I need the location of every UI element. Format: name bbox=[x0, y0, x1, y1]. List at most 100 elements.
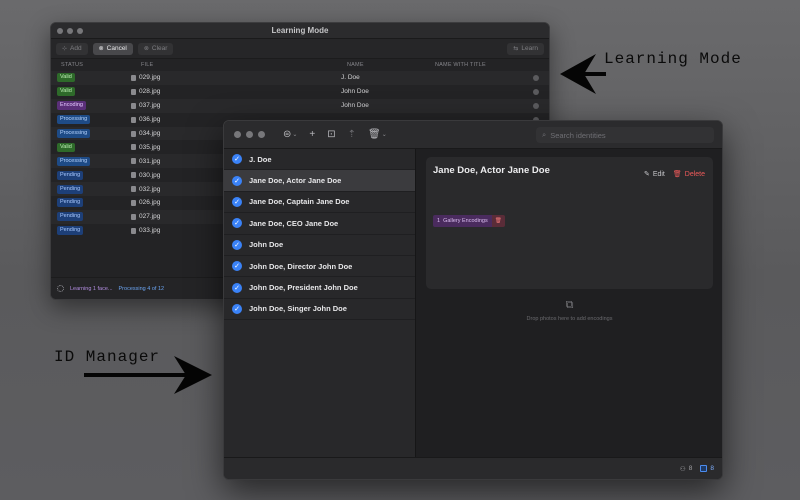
edit-label: Edit bbox=[652, 170, 665, 178]
status-cell: Valid bbox=[51, 142, 131, 152]
table-row[interactable]: Valid 028.jpg John Doe bbox=[51, 85, 549, 99]
file-icon bbox=[131, 102, 136, 109]
options-icon: ⊜ bbox=[283, 129, 292, 140]
minimize-window-button[interactable] bbox=[246, 131, 253, 138]
drop-zone[interactable]: ⧉ Drop photos here to add encodings bbox=[417, 299, 722, 322]
add-button[interactable]: ⊹ Add bbox=[56, 42, 88, 55]
identity-list: ✓ J. Doe ✓ Jane Doe, Actor Jane Doe ✓ Jane Do… bbox=[224, 149, 416, 457]
cancel-label: Cancel bbox=[106, 45, 127, 52]
export-button[interactable]: ⇡ bbox=[348, 129, 356, 140]
table-row[interactable]: Valid 029.jpg J. Doe bbox=[51, 71, 549, 85]
cancel-button[interactable]: ⊗ Cancel bbox=[92, 42, 133, 55]
identity-list-label: John Doe, Singer John Doe bbox=[249, 304, 347, 314]
learn-button[interactable]: ⇆ Learn bbox=[507, 42, 544, 55]
identity-list-item[interactable]: ✓ Jane Doe, Captain Jane Doe bbox=[224, 192, 415, 214]
delete-menu-button[interactable]: 🗑 ⌄ bbox=[368, 129, 387, 140]
file-name: 037.jpg bbox=[139, 102, 161, 110]
identity-list-label: John Doe, Director John Doe bbox=[249, 261, 353, 271]
photos-icon: ⧉ bbox=[565, 299, 574, 311]
status-cell: Pending bbox=[51, 170, 131, 180]
column-file[interactable]: FILE bbox=[141, 62, 347, 68]
identity-list-item[interactable]: ✓ John Doe, Singer John Doe bbox=[224, 299, 415, 321]
status-cell: Encoding bbox=[51, 101, 131, 111]
file-name: 028.jpg bbox=[139, 88, 161, 96]
remove-row-icon[interactable] bbox=[533, 88, 539, 95]
learning-status: Learning 1 face... bbox=[70, 285, 113, 292]
options-menu-button[interactable]: ⊜ ⌄ bbox=[283, 129, 297, 140]
add-identity-button[interactable]: + bbox=[309, 129, 315, 140]
status-badge: Valid bbox=[57, 142, 75, 152]
status-cell: Pending bbox=[51, 198, 131, 208]
edit-button[interactable]: ✎ Edit bbox=[643, 170, 665, 179]
name-cell: John Doe bbox=[341, 88, 369, 96]
scan-identity-button[interactable]: ⊡ bbox=[327, 129, 335, 140]
close-window-button[interactable] bbox=[234, 131, 241, 138]
file-icon bbox=[131, 116, 136, 123]
status-badge: Processing bbox=[57, 129, 91, 138]
status-cell: Pending bbox=[51, 226, 131, 236]
processing-status: Processing 4 of 12 bbox=[118, 285, 165, 292]
people-count: ⚇ 8 bbox=[680, 465, 692, 473]
status-badge: Pending bbox=[57, 226, 84, 236]
file-name: 027.jpg bbox=[139, 213, 161, 221]
checkmark-icon[interactable]: ✓ bbox=[232, 175, 242, 186]
zoom-window-button[interactable] bbox=[258, 131, 265, 138]
cancel-icon: ⊗ bbox=[98, 46, 104, 52]
id-toolbar: ⊜ ⌄ + ⊡ ⇡ 🗑 ⌄ ⌕ Search identities bbox=[224, 121, 722, 149]
identity-list-item[interactable]: ✓ John Doe, Director John Doe bbox=[224, 256, 415, 278]
search-placeholder: Search identities bbox=[550, 130, 606, 140]
identity-list-item[interactable]: ✓ J. Doe bbox=[224, 149, 415, 171]
identity-list-label: Jane Doe, Actor Jane Doe bbox=[249, 176, 342, 186]
identity-list-item[interactable]: ✓ John Doe, President John Doe bbox=[224, 277, 415, 299]
file-name: 033.jpg bbox=[139, 227, 161, 235]
identity-detail: Jane Doe, Actor Jane Doe ✎ Edit 🗑 Delete… bbox=[417, 149, 722, 457]
file-cell: 037.jpg bbox=[131, 102, 341, 109]
checkmark-icon[interactable]: ✓ bbox=[232, 282, 242, 293]
trash-icon: 🗑 bbox=[494, 218, 502, 224]
remove-encodings-button[interactable]: 🗑 bbox=[491, 215, 505, 227]
delete-button[interactable]: 🗑 Delete bbox=[673, 170, 705, 179]
column-name-with-title[interactable]: NAME WITH TITLE bbox=[435, 62, 486, 68]
checkmark-icon[interactable]: ✓ bbox=[232, 154, 242, 165]
pencil-icon: ✎ bbox=[643, 171, 650, 178]
window-controls bbox=[232, 131, 265, 138]
table-row[interactable]: Encoding 037.jpg John Doe bbox=[51, 98, 549, 113]
column-name[interactable]: NAME bbox=[347, 62, 435, 68]
checkmark-icon[interactable]: ✓ bbox=[232, 239, 242, 250]
file-icon bbox=[131, 158, 136, 165]
gallery-encodings-chip[interactable]: 1 Gallery Encodings 🗑 bbox=[433, 215, 505, 227]
column-status[interactable]: STATUS bbox=[61, 62, 141, 68]
window-title: Learning Mode bbox=[271, 26, 329, 35]
checkmark-icon[interactable]: ✓ bbox=[232, 303, 242, 314]
remove-row-icon[interactable] bbox=[533, 74, 539, 81]
file-icon bbox=[131, 172, 136, 179]
learning-titlebar: Learning Mode bbox=[51, 23, 549, 39]
delete-label: Delete bbox=[684, 170, 705, 178]
status-badge: Pending bbox=[57, 198, 84, 208]
remove-row-icon[interactable] bbox=[533, 102, 539, 109]
checkmark-icon[interactable]: ✓ bbox=[232, 261, 242, 272]
file-name: 029.jpg bbox=[139, 74, 161, 82]
encoding-icon bbox=[700, 465, 708, 472]
checkmark-icon[interactable]: ✓ bbox=[232, 196, 242, 207]
arrow-right-icon bbox=[84, 356, 212, 394]
add-person-icon: ⊹ bbox=[62, 46, 68, 52]
clear-icon: ⊗ bbox=[143, 46, 149, 52]
identity-list-item[interactable]: ✓ John Doe bbox=[224, 235, 415, 256]
person-icon: ⚇ bbox=[679, 465, 686, 473]
status-cell: Valid bbox=[51, 73, 131, 83]
checkmark-icon[interactable]: ✓ bbox=[232, 218, 242, 229]
clear-button[interactable]: ⊗ Clear bbox=[137, 42, 174, 55]
identity-list-item[interactable]: ✓ Jane Doe, CEO Jane Doe bbox=[224, 213, 415, 235]
status-cell: Pending bbox=[51, 184, 131, 194]
status-badge: Pending bbox=[57, 184, 84, 194]
identity-list-item[interactable]: ✓ Jane Doe, Actor Jane Doe bbox=[224, 170, 415, 192]
scan-face-icon: ⊡ bbox=[327, 129, 336, 140]
file-icon bbox=[131, 199, 136, 206]
arrow-left-icon bbox=[560, 54, 606, 94]
search-input[interactable]: ⌕ Search identities bbox=[536, 127, 714, 143]
identity-list-label: John Doe bbox=[249, 240, 284, 250]
file-name: 032.jpg bbox=[139, 185, 161, 193]
file-name: 034.jpg bbox=[139, 130, 161, 137]
status-cell: Processing bbox=[51, 129, 131, 138]
